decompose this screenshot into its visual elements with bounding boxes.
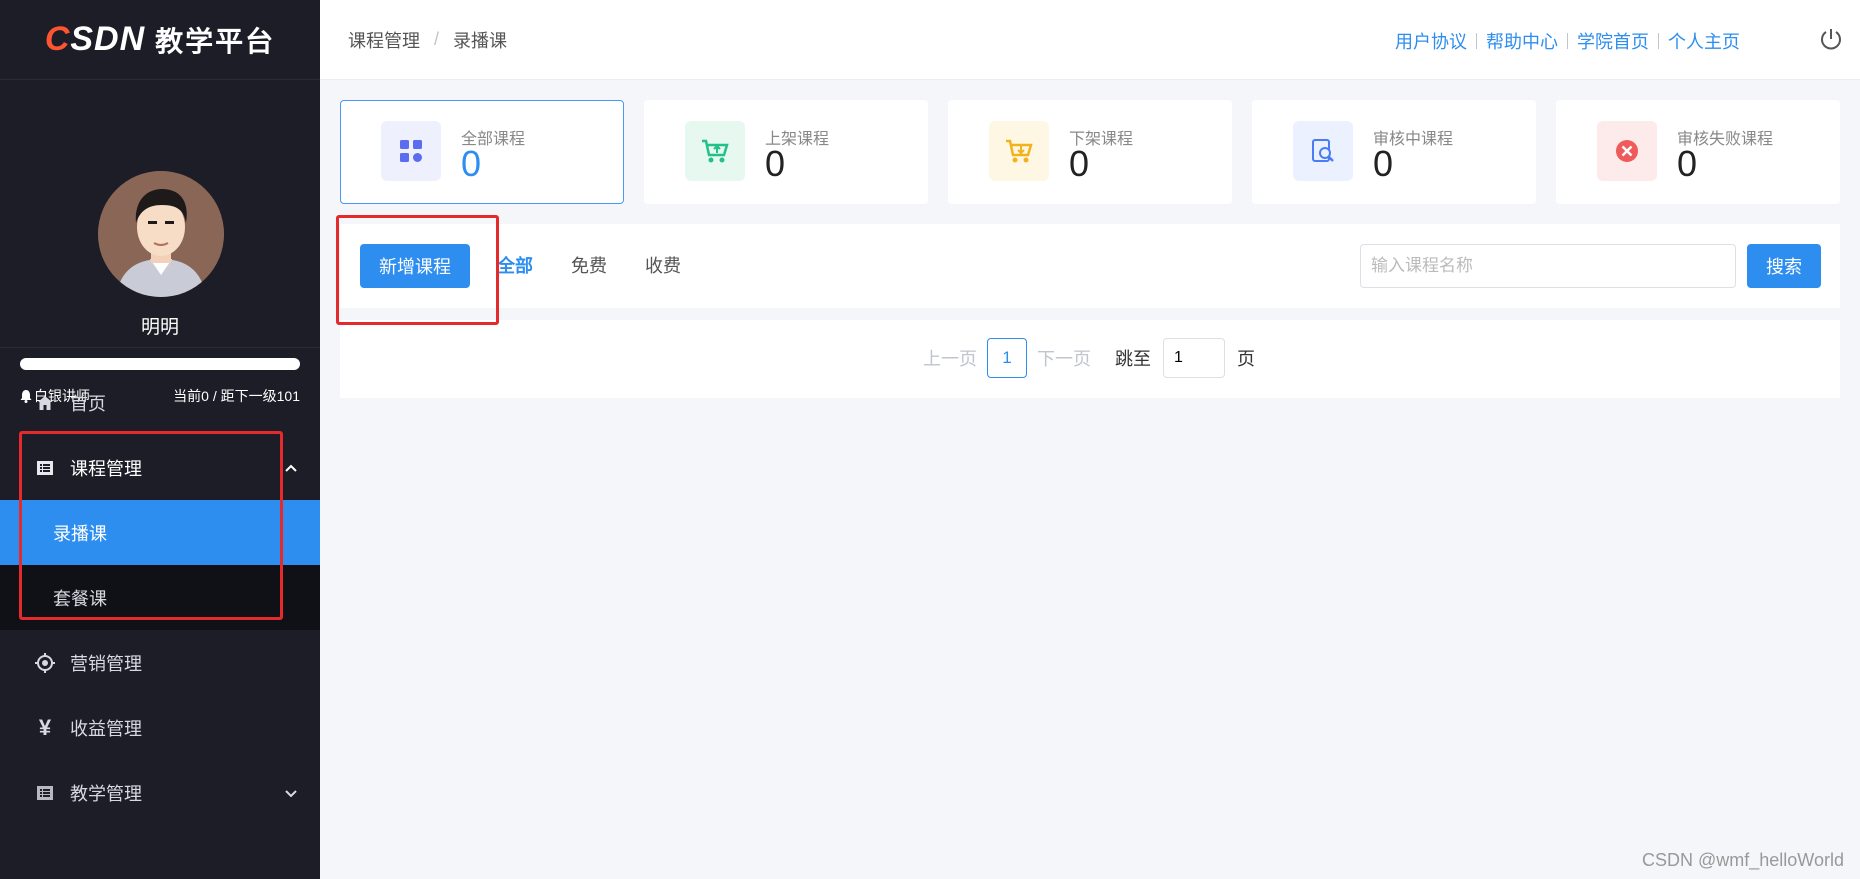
chevron-down-icon <box>284 784 298 805</box>
sidebar-subitem-package-course[interactable]: 套餐课 <box>0 565 320 630</box>
target-icon <box>35 652 55 673</box>
username: 明明 <box>140 317 179 338</box>
cart-down-icon <box>989 121 1049 181</box>
next-page-button[interactable]: 下一页 <box>1037 345 1091 371</box>
top-links: 用户协议 帮助中心 学院首页 个人主页 <box>1395 28 1740 54</box>
current-page-number[interactable]: 1 <box>987 338 1027 378</box>
logo-title: 教学平台 <box>155 25 276 57</box>
academy-home-link[interactable]: 学院首页 <box>1577 28 1649 54</box>
cart-up-icon <box>685 121 745 181</box>
sidebar-menu: 首页 课程管理 录播课 套餐课 营销管理 ¥ 收益管理 教学管理 <box>0 370 320 825</box>
divider <box>1567 33 1568 49</box>
sidebar-item-label: 首页 <box>70 393 106 414</box>
home-icon <box>35 393 55 413</box>
stat-card-unlisted-courses[interactable]: 下架课程 0 <box>948 100 1232 204</box>
yen-icon: ¥ <box>38 714 52 740</box>
fail-icon <box>1597 121 1657 181</box>
page-suffix-label: 页 <box>1237 349 1255 369</box>
sidebar-item-label: 收益管理 <box>70 718 142 739</box>
stat-value: 0 <box>1677 143 1698 184</box>
sidebar-item-course-management[interactable]: 课程管理 <box>0 435 320 500</box>
sidebar-subitem-label: 录播课 <box>53 523 107 544</box>
stat-card-reviewing-courses[interactable]: 审核中课程 0 <box>1252 100 1536 204</box>
search-doc-icon <box>1293 121 1353 181</box>
prev-page-button[interactable]: 上一页 <box>923 345 977 371</box>
sidebar-item-teaching[interactable]: 教学管理 <box>0 760 320 825</box>
tab-paid[interactable]: 收费 <box>645 252 681 278</box>
logo[interactable]: CSDN 教学平台 <box>0 0 320 80</box>
sidebar: CSDN 教学平台 明明 白银讲师 当前0 / 距下一级101 首页 课程管理 … <box>0 0 320 879</box>
course-search-input[interactable] <box>1360 244 1736 288</box>
level-progress-bar <box>20 358 300 370</box>
sidebar-item-label: 教学管理 <box>70 783 142 804</box>
sidebar-item-label: 营销管理 <box>70 653 142 674</box>
jump-label: 跳至 <box>1115 349 1151 369</box>
stats-row: 全部课程 0 上架课程 0 下架课程 0 审核中课程 0 审核失败课程 0 <box>340 100 1840 204</box>
list-icon <box>35 458 55 478</box>
grid-icon <box>381 121 441 181</box>
breadcrumb-item-current: 录播课 <box>453 30 508 51</box>
sidebar-item-label: 课程管理 <box>70 458 142 479</box>
stat-card-failed-courses[interactable]: 审核失败课程 0 <box>1556 100 1840 204</box>
stat-value: 0 <box>1373 143 1394 184</box>
help-center-link[interactable]: 帮助中心 <box>1486 28 1558 54</box>
avatar[interactable] <box>98 171 224 297</box>
watermark: CSDN @wmf_helloWorld <box>1642 850 1844 870</box>
filter-tabs: 全部 免费 收费 <box>497 252 681 278</box>
jump-page-input[interactable] <box>1163 338 1225 378</box>
stat-value: 0 <box>765 143 786 184</box>
pagination: 上一页 1 下一页 跳至 页 <box>340 320 1840 398</box>
user-agreement-link[interactable]: 用户协议 <box>1395 28 1467 54</box>
breadcrumb-separator: / <box>434 29 440 49</box>
list-icon <box>35 783 55 803</box>
divider <box>1658 33 1659 49</box>
power-icon[interactable] <box>1818 26 1844 52</box>
tab-free[interactable]: 免费 <box>571 252 607 278</box>
divider <box>1476 33 1477 49</box>
csdn-logo: CSDN <box>44 20 146 58</box>
top-header: 课程管理 / 录播课 用户协议 帮助中心 学院首页 个人主页 <box>320 0 1860 80</box>
breadcrumb: 课程管理 / 录播课 <box>348 27 507 53</box>
sidebar-item-marketing[interactable]: 营销管理 <box>0 630 320 695</box>
search-button[interactable]: 搜索 <box>1747 244 1821 288</box>
sidebar-item-home[interactable]: 首页 <box>0 370 320 435</box>
stat-card-listed-courses[interactable]: 上架课程 0 <box>644 100 928 204</box>
stat-value: 0 <box>461 143 482 184</box>
tab-all[interactable]: 全部 <box>497 252 533 278</box>
course-toolbar: 新增课程 全部 免费 收费 搜索 <box>340 224 1840 308</box>
personal-home-link[interactable]: 个人主页 <box>1668 28 1740 54</box>
sidebar-subitem-recorded-course[interactable]: 录播课 <box>0 500 320 565</box>
chevron-up-icon <box>284 459 298 480</box>
pagination-controls: 上一页 1 下一页 跳至 页 <box>923 338 1255 378</box>
profile-panel: 明明 白银讲师 当前0 / 距下一级101 <box>0 80 320 404</box>
stat-card-all-courses[interactable]: 全部课程 0 <box>340 100 624 204</box>
add-course-button[interactable]: 新增课程 <box>360 244 470 288</box>
stat-value: 0 <box>1069 143 1090 184</box>
sidebar-item-revenue[interactable]: ¥ 收益管理 <box>0 695 320 760</box>
sidebar-subitem-label: 套餐课 <box>53 588 107 609</box>
breadcrumb-item[interactable]: 课程管理 <box>348 27 420 53</box>
